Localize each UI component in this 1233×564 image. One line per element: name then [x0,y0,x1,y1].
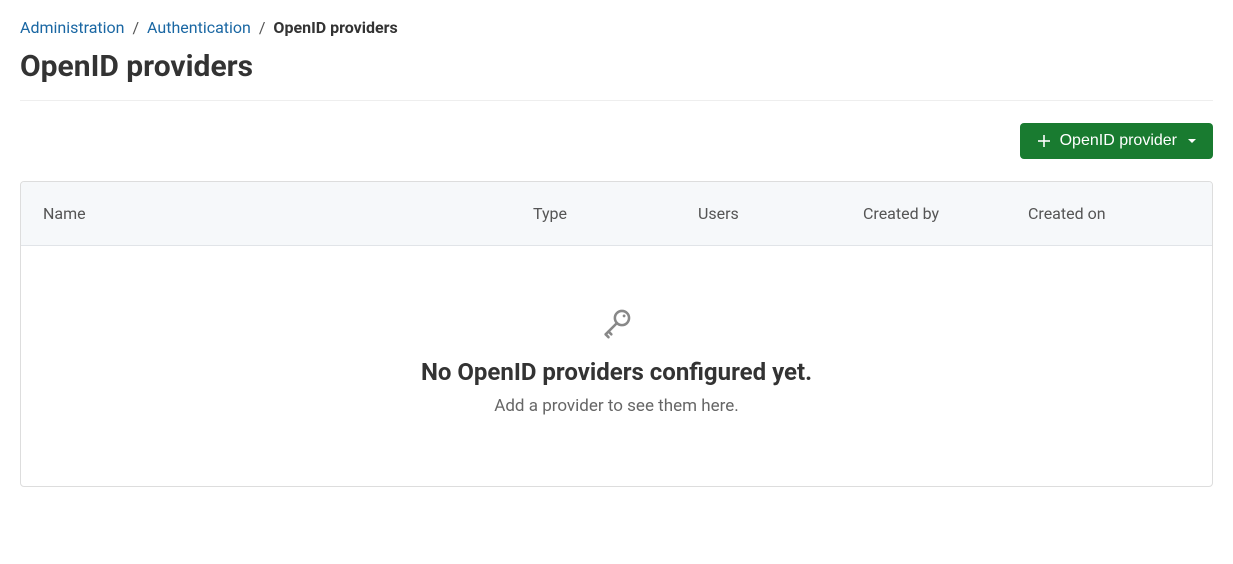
empty-state: No OpenID providers configured yet. Add … [21,246,1212,486]
breadcrumb-separator: / [259,18,266,37]
table-header-row: Name Type Users Created by Created on [21,182,1212,246]
breadcrumb-separator: / [132,18,139,37]
providers-table: Name Type Users Created by Created on No… [20,181,1213,487]
toolbar: OpenID provider [20,123,1213,159]
empty-state-title: No OpenID providers configured yet. [41,358,1192,386]
divider [20,100,1213,101]
column-header-type: Type [533,204,698,223]
column-header-name: Name [43,204,533,223]
breadcrumb-link-authentication[interactable]: Authentication [147,18,251,37]
key-icon [41,306,1192,340]
chevron-down-icon [1187,136,1197,146]
column-header-users: Users [698,204,863,223]
add-openid-provider-button[interactable]: OpenID provider [1020,123,1213,159]
breadcrumb-link-administration[interactable]: Administration [20,18,125,37]
column-header-created-on: Created on [1028,204,1106,223]
breadcrumb: Administration / Authentication / OpenID… [20,18,1213,37]
add-button-label: OpenID provider [1060,132,1177,150]
column-header-created-by: Created by [863,204,1028,223]
page-title: OpenID providers [20,49,1213,84]
plus-icon [1036,133,1052,149]
breadcrumb-current: OpenID providers [273,18,397,37]
empty-state-subtitle: Add a provider to see them here. [41,396,1192,416]
